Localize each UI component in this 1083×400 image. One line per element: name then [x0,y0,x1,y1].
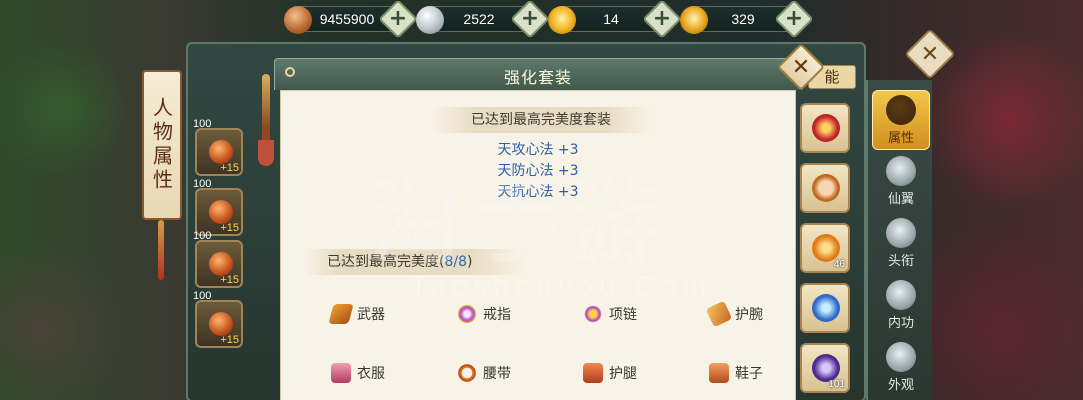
gold-currency: 14 + [548,0,682,39]
set-piece-shoes[interactable]: 鞋子 [709,361,763,385]
equipment-slot[interactable]: 100 +15 [193,290,243,348]
necklace-icon [583,304,603,324]
face-token-icon [812,174,840,202]
purple-gem-icon [812,354,840,382]
slot-enhance: +15 [220,274,239,286]
silver-currency: 2522 + [416,0,550,39]
nav-label: 仙翼 [887,192,914,207]
appearance-icon [886,342,916,372]
inventory-item[interactable] [800,103,850,153]
bound-gold-currency: 329 + [680,0,814,39]
piece-label: 腰带 [483,366,511,382]
copper-coin-icon [284,6,312,34]
banner-tassel [158,220,164,280]
set-heading: 已达到最高完美度套装 [431,107,651,133]
piece-label: 衣服 [357,366,385,382]
nav-label: 属性 [887,131,914,146]
slot-enhance: +15 [220,162,239,174]
ring-icon [457,304,477,324]
nav-inner-skill[interactable]: 内功 [872,276,930,336]
attributes-icon [886,95,916,125]
item-count: 46 [833,259,845,270]
silver-value: 2522 [463,11,495,27]
bound-gold-value: 329 [731,11,755,27]
character-attributes-banner[interactable]: 人物属性 [142,70,182,220]
silver-coin-icon [416,6,444,34]
dialog-header: 强化套装 [274,58,802,90]
set-piece-clothes[interactable]: 衣服 [331,361,385,385]
close-x-icon: ✕ [920,41,940,67]
slot-enhance: +15 [220,334,239,346]
title-icon [886,218,916,248]
equipment-icon [209,200,233,224]
copper-value: 9455900 [319,11,375,27]
equipment-slot[interactable]: 100 +15 [193,178,243,236]
piece-label: 鞋子 [735,366,763,382]
shoes-icon [709,363,729,383]
piece-label: 护腿 [609,366,637,382]
clothes-icon [331,363,351,383]
pendant-tassel [258,140,274,166]
set-piece-leg-guard[interactable]: 护腿 [583,361,637,385]
slot-level: 100 [193,118,212,130]
slot-enhance: +15 [220,222,239,234]
slot-level: 100 [193,230,212,242]
banner-label: 人物属性 [149,97,174,193]
red-pouch-icon [812,114,840,142]
equipment-icon [209,252,233,276]
set-piece-ring[interactable]: 戒指 [457,302,511,326]
inventory-item[interactable]: 46 [800,223,850,273]
blue-bottle-icon [812,294,840,322]
set-piece-necklace[interactable]: 项链 [583,302,637,326]
copper-currency: 9455900 + [284,0,418,39]
weapon-icon [328,304,354,324]
watermark-url: Taoshouyou.Com [410,270,712,301]
nav-label: 外观 [887,378,914,393]
orange-crystal-icon [812,234,840,262]
watermark: 淘手游 [370,171,670,276]
close-x-icon: ✕ [791,54,811,80]
belt-icon [457,363,477,383]
piece-label: 护腕 [735,307,763,323]
equipment-icon [209,140,233,164]
equipment-icon [209,312,233,336]
slot-level: 100 [193,178,212,190]
gold-value: 14 [603,11,619,27]
inventory-item[interactable] [800,163,850,213]
item-count: 101 [828,379,845,390]
wings-icon [886,156,916,186]
nav-label: 内功 [887,316,914,331]
nav-wings[interactable]: 仙翼 [872,152,930,212]
dialog-title: 强化套装 [503,68,572,87]
set-piece-bracer[interactable]: 护腕 [705,300,763,328]
piece-label: 项链 [609,307,637,323]
bracer-icon [705,300,733,328]
inventory-item[interactable] [800,283,850,333]
side-nav: 属性 仙翼 头衔 内功 外观 [866,80,932,400]
equipment-slot[interactable]: 100 +15 [193,118,243,176]
slot-level: 100 [193,290,212,302]
nav-appearance[interactable]: 外观 [872,338,930,398]
inner-skill-icon [886,280,916,310]
locked-gold-ingot-icon [680,6,708,34]
nav-attributes[interactable]: 属性 [872,90,930,150]
leg-guard-icon [583,363,603,383]
equipment-slot[interactable]: 100 +15 [193,230,243,288]
piece-label: 戒指 [483,307,511,323]
set-piece-weapon[interactable]: 武器 [328,302,385,326]
nav-title[interactable]: 头衔 [872,214,930,274]
piece-label: 武器 [357,307,385,323]
inventory-item[interactable]: 101 [800,343,850,393]
nav-label: 头衔 [887,254,914,269]
set-piece-belt[interactable]: 腰带 [457,361,511,385]
gold-ingot-icon [548,6,576,34]
